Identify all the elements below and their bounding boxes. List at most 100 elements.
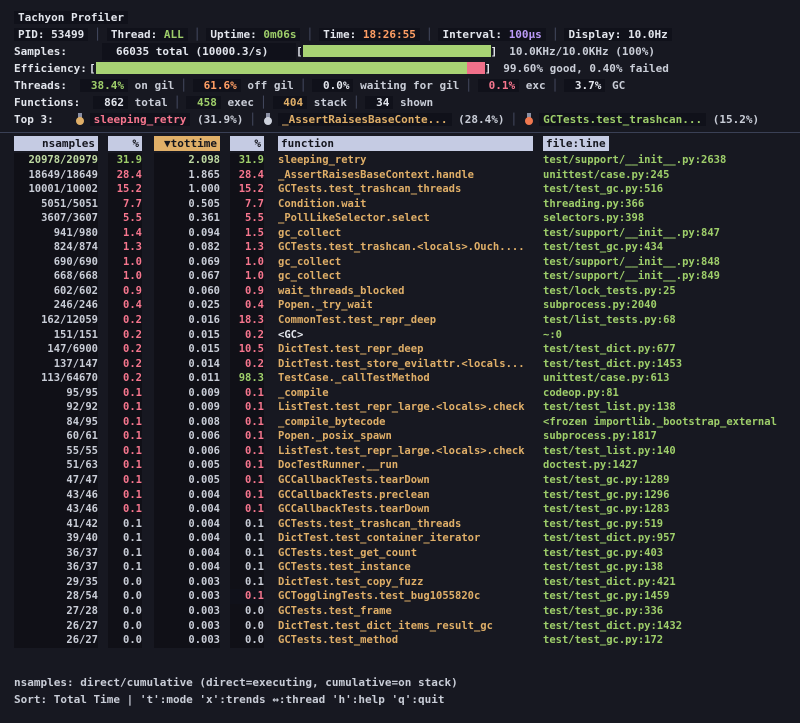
table-row: 824/8741.30.0821.3GCTests.test_trashcan.… (0, 240, 800, 255)
threads-text: exc (519, 79, 546, 92)
cell-pct-direct: 0.1 (108, 488, 142, 503)
cell-file-line: doctest.py:1427 (543, 458, 638, 473)
cell-pct-cumulative: 0.0 (230, 604, 264, 619)
efficiency-label: Efficiency: (14, 60, 89, 77)
separator: │ (546, 28, 565, 41)
column-header-pct_direct[interactable]: % (108, 136, 142, 151)
cell-nsamples: 95/95 (14, 386, 98, 401)
top3-label: Top 3: (14, 113, 54, 126)
cell-file-line: test/support/__init__.py:849 (543, 269, 720, 284)
table-row: 26/270.00.0030.0DictTest.test_dict_items… (0, 619, 800, 634)
cell-nsamples: 43/46 (14, 502, 98, 517)
separator: │ (254, 96, 273, 109)
table-row: 95/950.10.0090.1_compilecodeop.py:81 (0, 386, 800, 401)
cell-function: GCTests.test_trashcan_threads (278, 182, 533, 197)
threads-value: 0.1% (478, 79, 519, 92)
cell-pct-cumulative: 0.1 (230, 473, 264, 488)
efficiency-text: 99.60% good, 0.40% failed (503, 62, 669, 75)
cell-tottime: 0.006 (154, 429, 220, 444)
cell-pct-cumulative: 0.1 (230, 415, 264, 430)
cell-function: Popen._try_wait (278, 298, 533, 313)
table-row: 92/920.10.0090.1ListTest.test_repr_large… (0, 400, 800, 415)
cell-pct-cumulative: 0.0 (230, 619, 264, 634)
table-row: 3607/36075.50.3615.5_PollLikeSelector.se… (0, 211, 800, 226)
cell-pct-cumulative: 0.2 (230, 357, 264, 372)
process-stats-line: PID: 53499│Thread: ALL│Uptime: 0m06s│Tim… (0, 26, 800, 43)
cell-tottime: 0.008 (154, 415, 220, 430)
top3-percent: (15.2%) (706, 113, 759, 126)
table-row: 113/646700.20.01198.3TestCase._callTestM… (0, 371, 800, 386)
cell-file-line: test/test_dict.py:677 (543, 342, 676, 357)
cell-file-line: test/test_dict.py:1453 (543, 357, 682, 372)
functions-value: 458 (186, 96, 221, 109)
separator: │ (459, 79, 478, 92)
cell-function: gc_collect (278, 226, 533, 241)
cell-file-line: test/test_gc.py:1289 (543, 473, 669, 488)
cell-file-line: test/support/__init__.py:848 (543, 255, 720, 270)
functions-value: 862 (93, 96, 128, 109)
cell-nsamples: 113/64670 (14, 371, 98, 386)
cell-pct-cumulative: 0.1 (230, 517, 264, 532)
stat-value: 53499 (51, 28, 84, 41)
cell-pct-direct: 0.0 (108, 589, 142, 604)
column-header-tottime[interactable]: ▼tottime (154, 136, 220, 151)
cell-pct-cumulative: 0.1 (230, 458, 264, 473)
table-row: 162/120590.20.01618.3CommonTest.test_rep… (0, 313, 800, 328)
cell-pct-cumulative: 1.0 (230, 269, 264, 284)
cell-pct-direct: 1.0 (108, 269, 142, 284)
cell-pct-cumulative: 0.1 (230, 429, 264, 444)
cell-pct-cumulative: 0.9 (230, 284, 264, 299)
top3-function-name: sleeping_retry (90, 113, 191, 126)
cell-nsamples: 147/6900 (14, 342, 98, 357)
cell-tottime: 0.015 (154, 328, 220, 343)
table-row: 36/370.10.0040.1GCTests.test_get_countte… (0, 546, 800, 561)
threads-text: waiting for gil (353, 79, 459, 92)
column-header-function[interactable]: function (278, 136, 533, 151)
stat-label: Thread: (111, 28, 164, 41)
cell-nsamples: 29/35 (14, 575, 98, 590)
cell-pct-direct: 0.2 (108, 357, 142, 372)
stat-pid: PID: 53499 (14, 28, 88, 41)
cell-pct-cumulative: 0.1 (230, 589, 264, 604)
cell-nsamples: 84/95 (14, 415, 98, 430)
table-row: 47/470.10.0050.1GCCallbackTests.tearDown… (0, 473, 800, 488)
cell-function: gc_collect (278, 269, 533, 284)
functions-value: 34 (365, 96, 393, 109)
cell-pct-direct: 0.1 (108, 444, 142, 459)
cell-function: GCCallbackTests.preclean (278, 488, 533, 503)
cell-pct-direct: 0.1 (108, 546, 142, 561)
separator: │ (88, 28, 107, 41)
stat-label: PID: (18, 28, 51, 41)
separator: │ (174, 79, 193, 92)
cell-tottime: 0.016 (154, 313, 220, 328)
cell-tottime: 1.000 (154, 182, 220, 197)
functions-text: exec (221, 96, 254, 109)
cell-pct-cumulative: 0.1 (230, 386, 264, 401)
column-header-pct_cumulative[interactable]: % (230, 136, 264, 151)
cell-nsamples: 824/874 (14, 240, 98, 255)
column-header-file_line[interactable]: file:line (543, 136, 609, 151)
cell-tottime: 0.003 (154, 589, 220, 604)
cell-pct-direct: 15.2 (108, 182, 142, 197)
cell-function: ListTest.test_repr_large.<locals>.check (278, 400, 533, 415)
cell-tottime: 0.069 (154, 255, 220, 270)
cell-function: Popen._posix_spawn (278, 429, 533, 444)
column-header-nsamples[interactable]: nsamples (14, 136, 98, 151)
functions-value: 404 (273, 96, 308, 109)
cell-file-line: test/support/__init__.py:2638 (543, 153, 726, 168)
cell-pct-direct: 0.0 (108, 619, 142, 634)
top3-function-name: _AssertRaisesBaseConte... (278, 113, 452, 126)
stat-uptime: Uptime: 0m06s (206, 28, 300, 41)
cell-file-line: test/test_list.py:140 (543, 444, 676, 459)
cell-tottime: 0.094 (154, 226, 220, 241)
cell-file-line: test/test_gc.py:519 (543, 517, 663, 532)
threads-value: 0.0% (312, 79, 353, 92)
top3-line: Top 3: sleeping_retry (31.9%)│_AssertRai… (0, 111, 800, 128)
cell-pct-direct: 31.9 (108, 153, 142, 168)
cell-pct-cumulative: 0.1 (230, 444, 264, 459)
threads-text: off gil (241, 79, 294, 92)
cell-function: GCTests.test_instance (278, 560, 533, 575)
cell-tottime: 0.005 (154, 458, 220, 473)
separator: │ (294, 79, 313, 92)
cell-function: DictTest.test_copy_fuzz (278, 575, 533, 590)
